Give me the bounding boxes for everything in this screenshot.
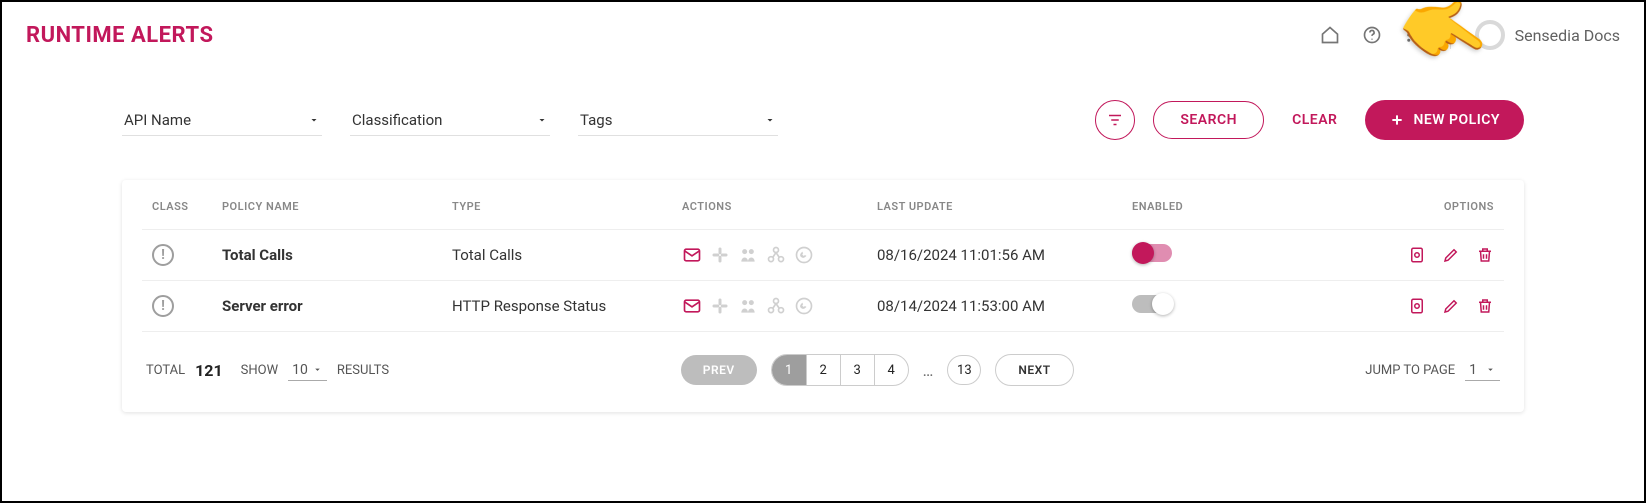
table-row: ! Server error HTTP Response Status 08/1… (142, 281, 1504, 332)
page-4[interactable]: 4 (874, 355, 908, 385)
user-name: Sensedia Docs (1515, 26, 1620, 45)
teams-icon (738, 245, 758, 265)
slack-icon (710, 245, 730, 265)
jump-value: 1 (1469, 362, 1477, 378)
home-icon[interactable] (1318, 23, 1342, 47)
total-value: 121 (195, 361, 223, 380)
jump-label: JUMP TO PAGE (1365, 363, 1455, 378)
classification-label: Classification (352, 111, 442, 129)
chevron-down-icon (312, 364, 323, 375)
slack-icon (710, 296, 730, 316)
page-1[interactable]: 1 (772, 355, 806, 385)
header-actions: ACTIONS (672, 180, 867, 230)
results-label: RESULTS (337, 363, 389, 378)
page-size-value: 10 (292, 362, 308, 378)
next-button[interactable]: NEXT (995, 354, 1073, 386)
page-group: 1 2 3 4 (771, 354, 909, 386)
page-3[interactable]: 3 (840, 355, 874, 385)
table-row: ! Total Calls Total Calls 08/16/2024 11:… (142, 230, 1504, 281)
page-ellipsis: … (923, 361, 934, 380)
header-enabled: ENABLED (1122, 180, 1282, 230)
filter-icon-button[interactable] (1095, 100, 1135, 140)
whatsapp-icon (794, 245, 814, 265)
enabled-toggle[interactable] (1132, 295, 1172, 313)
api-name-select[interactable]: API Name (122, 105, 322, 136)
total-label: TOTAL (146, 363, 185, 378)
alert-class-icon: ! (152, 244, 174, 266)
policy-name: Server error (212, 281, 442, 332)
whatsapp-icon (794, 296, 814, 316)
edit-icon[interactable] (1442, 297, 1460, 315)
webhook-icon (766, 245, 786, 265)
last-update: 08/16/2024 11:01:56 AM (867, 230, 1122, 281)
chevron-down-icon (536, 114, 548, 126)
apps-icon[interactable] (1402, 23, 1426, 47)
api-name-label: API Name (124, 111, 191, 129)
avatar (1475, 20, 1505, 50)
prev-button: PREV (681, 355, 757, 385)
divider (1450, 21, 1451, 49)
policy-name: Total Calls (212, 230, 442, 281)
chevron-down-icon (764, 114, 776, 126)
header-last-update: LAST UPDATE (867, 180, 1122, 230)
new-policy-label: NEW POLICY (1413, 112, 1500, 128)
search-button[interactable]: SEARCH (1153, 101, 1264, 139)
policy-type: HTTP Response Status (442, 281, 672, 332)
alert-class-icon: ! (152, 295, 174, 317)
user-menu[interactable]: Sensedia Docs (1475, 20, 1620, 50)
page-title: RUNTIME ALERTS (26, 23, 214, 48)
new-policy-button[interactable]: NEW POLICY (1365, 100, 1524, 140)
classification-select[interactable]: Classification (350, 105, 550, 136)
webhook-icon (766, 296, 786, 316)
teams-icon (738, 296, 758, 316)
chevron-down-icon (308, 114, 320, 126)
header-class: CLASS (142, 180, 212, 230)
tags-select[interactable]: Tags (578, 105, 778, 136)
header-type: TYPE (442, 180, 672, 230)
email-icon (682, 296, 702, 316)
enabled-toggle[interactable] (1132, 244, 1172, 262)
show-label: SHOW (241, 363, 278, 378)
delete-icon[interactable] (1476, 297, 1494, 315)
view-icon[interactable] (1408, 246, 1426, 264)
header-options: OPTIONS (1282, 180, 1504, 230)
view-icon[interactable] (1408, 297, 1426, 315)
page-2[interactable]: 2 (806, 355, 840, 385)
page-last[interactable]: 13 (947, 355, 981, 385)
page-size-select[interactable]: 10 (288, 360, 327, 381)
last-update: 08/14/2024 11:53:00 AM (867, 281, 1122, 332)
tags-label: Tags (580, 111, 612, 129)
chevron-down-icon (1485, 364, 1496, 375)
jump-to-page-select[interactable]: 1 (1465, 360, 1500, 381)
delete-icon[interactable] (1476, 246, 1494, 264)
policy-type: Total Calls (442, 230, 672, 281)
plus-icon (1389, 112, 1405, 128)
header-policy-name: POLICY NAME (212, 180, 442, 230)
clear-button[interactable]: CLEAR (1282, 102, 1347, 138)
edit-icon[interactable] (1442, 246, 1460, 264)
help-icon[interactable] (1360, 23, 1384, 47)
email-icon (682, 245, 702, 265)
